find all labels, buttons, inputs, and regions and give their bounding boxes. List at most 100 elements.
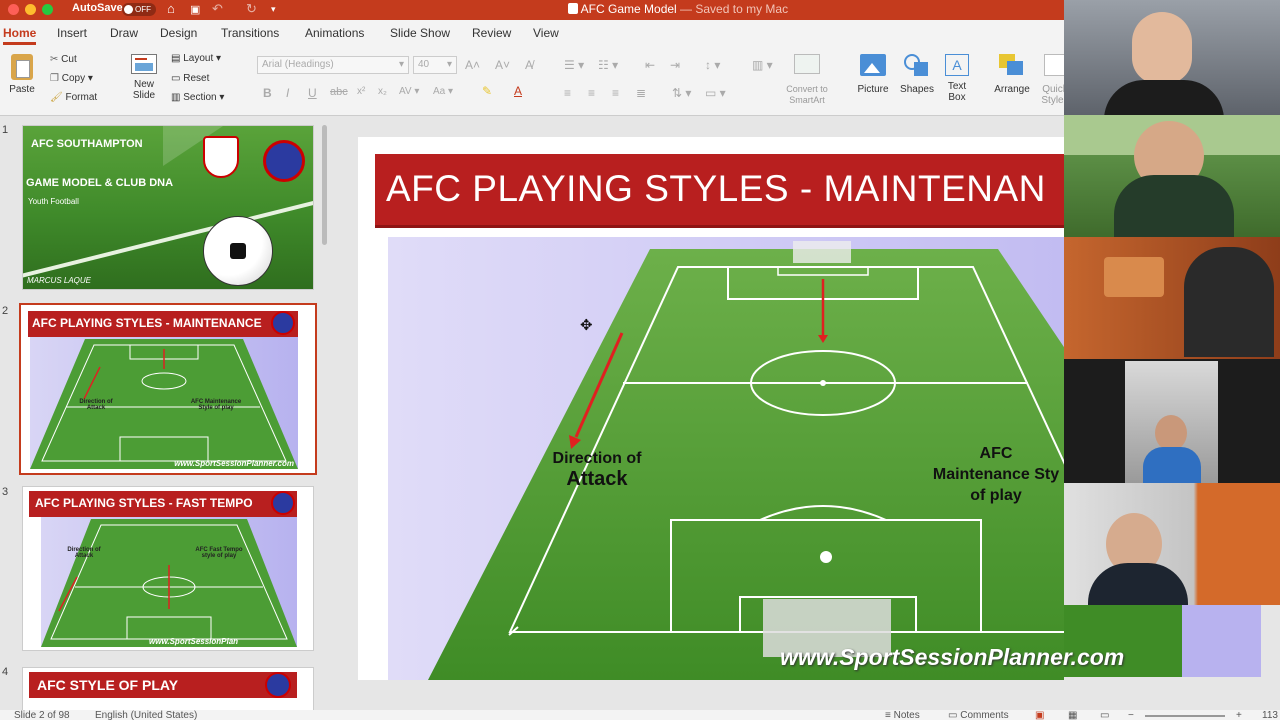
customize-toolbar-icon[interactable]: ▾ bbox=[271, 4, 276, 15]
tab-draw[interactable]: Draw bbox=[110, 26, 138, 40]
tab-slide-show[interactable]: Slide Show bbox=[390, 26, 450, 40]
new-slide-button[interactable]: New Slide bbox=[124, 54, 164, 101]
zoom-out-icon[interactable]: − bbox=[1128, 710, 1134, 720]
columns-icon[interactable]: ▥ ▾ bbox=[752, 58, 773, 72]
close-window-button[interactable] bbox=[8, 4, 19, 15]
highlight-icon[interactable]: ✎ bbox=[482, 84, 492, 98]
thumb-label-style: AFC Fast Tempo style of play bbox=[195, 547, 243, 559]
bullets-icon[interactable]: ☰ ▾ bbox=[564, 58, 584, 72]
current-slide-canvas[interactable]: AFC PLAYING STYLES - MAINTENAN Direction… bbox=[358, 137, 1064, 680]
paste-label: Paste bbox=[9, 84, 35, 95]
format-painter-button[interactable]: 🖌 Format bbox=[50, 92, 97, 103]
numbering-icon[interactable]: ☷ ▾ bbox=[598, 58, 618, 72]
font-color-icon[interactable]: A bbox=[514, 84, 522, 98]
align-text-icon[interactable]: ▭ ▾ bbox=[705, 86, 726, 100]
tab-view[interactable]: View bbox=[533, 26, 559, 40]
arrange-button[interactable]: Arrange bbox=[990, 54, 1034, 95]
video-tile-participant-4[interactable] bbox=[1064, 359, 1280, 483]
normal-view-icon[interactable]: ▣ bbox=[1035, 710, 1044, 720]
clear-format-icon[interactable]: A̸ bbox=[525, 58, 533, 72]
slide-thumbnail-3[interactable]: AFC PLAYING STYLES - FAST TEMPO Directio… bbox=[22, 486, 314, 651]
slide-sorter-icon[interactable]: ▦ bbox=[1068, 710, 1077, 720]
clipboard-icon bbox=[11, 54, 33, 80]
picture-button[interactable]: Picture bbox=[853, 54, 893, 95]
increase-font-icon[interactable]: A˄ bbox=[465, 58, 480, 72]
ppt-file-icon bbox=[568, 3, 578, 14]
underline-icon[interactable]: U bbox=[308, 86, 317, 100]
club-badge-icon bbox=[265, 672, 291, 698]
tab-design[interactable]: Design bbox=[160, 26, 197, 40]
zoom-window-button[interactable] bbox=[42, 4, 53, 15]
tab-home[interactable]: Home bbox=[3, 26, 37, 45]
italic-icon[interactable]: I bbox=[286, 86, 289, 100]
thumb-label-direction: Direction of Attack bbox=[79, 399, 113, 411]
align-center-icon[interactable]: ≡ bbox=[588, 86, 595, 100]
video-tile-participant-5[interactable] bbox=[1064, 483, 1280, 605]
language-indicator[interactable]: English (United States) bbox=[95, 710, 197, 720]
zoom-level[interactable]: 113 bbox=[1262, 710, 1278, 720]
thumbnail-scrollbar[interactable] bbox=[322, 125, 327, 245]
convert-smartart-label: Convert to SmartArt bbox=[786, 84, 828, 105]
layout-icon: ▤ bbox=[171, 53, 181, 64]
undo-icon[interactable]: ↶ bbox=[212, 1, 223, 17]
line-spacing-icon[interactable]: ↕ ▾ bbox=[705, 58, 720, 72]
chevron-down-icon: ▾ bbox=[87, 73, 93, 84]
tab-animations[interactable]: Animations bbox=[305, 26, 364, 40]
strikethrough-icon[interactable]: abc bbox=[330, 86, 348, 98]
slide-thumbnail-1[interactable]: AFC SOUTHAMPTON GAME MODEL & CLUB DNA Yo… bbox=[22, 125, 314, 290]
thumb-label-style: AFC Maintenance Style of play bbox=[190, 399, 242, 411]
tab-transitions[interactable]: Transitions bbox=[221, 26, 279, 40]
home-icon[interactable]: ⌂ bbox=[167, 1, 175, 16]
slide-thumbnail-2-selected[interactable]: AFC PLAYING STYLES - MAINTENANCE Directi… bbox=[19, 303, 317, 475]
decrease-indent-icon[interactable]: ⇤ bbox=[645, 58, 655, 72]
change-case-icon[interactable]: Aa ▾ bbox=[433, 86, 453, 97]
cut-button[interactable]: ✂ Cut bbox=[50, 54, 77, 65]
superscript-icon[interactable]: x² bbox=[357, 86, 365, 97]
paste-button[interactable]: Paste bbox=[5, 54, 39, 95]
video-tile-participant-1[interactable] bbox=[1064, 0, 1280, 115]
subscript-icon[interactable]: x₂ bbox=[378, 86, 387, 97]
increase-indent-icon[interactable]: ⇥ bbox=[670, 58, 680, 72]
convert-smartart-button[interactable]: Convert to SmartArt bbox=[780, 54, 834, 106]
justify-icon[interactable]: ≣ bbox=[636, 86, 646, 100]
bold-icon[interactable]: B bbox=[263, 86, 272, 100]
text-direction-icon[interactable]: ⇅ ▾ bbox=[672, 86, 691, 100]
slide-thumbnail-pane[interactable]: 1 AFC SOUTHAMPTON GAME MODEL & CLUB DNA … bbox=[0, 117, 330, 710]
layout-button[interactable]: ▤ Layout ▾ bbox=[171, 53, 221, 64]
copy-button[interactable]: ❐ Copy ▾ bbox=[50, 73, 93, 84]
text-box-button[interactable]: A Text Box bbox=[940, 54, 974, 103]
zoom-in-icon[interactable]: + bbox=[1236, 710, 1242, 720]
slide-title-bar[interactable]: AFC PLAYING STYLES - MAINTENAN bbox=[375, 154, 1064, 228]
reset-button[interactable]: ▭ Reset bbox=[171, 73, 209, 84]
reading-view-icon[interactable]: ▭ bbox=[1100, 710, 1109, 720]
section-button[interactable]: ▥ Section ▾ bbox=[171, 92, 224, 103]
character-spacing-icon[interactable]: AV ▾ bbox=[399, 86, 419, 97]
video-tile-participant-2[interactable] bbox=[1064, 115, 1280, 237]
slide-title[interactable]: AFC PLAYING STYLES - MAINTENAN bbox=[386, 168, 1046, 210]
comment-icon: ▭ bbox=[948, 710, 958, 720]
label-direction-line1: Direction of bbox=[552, 450, 642, 467]
decrease-font-icon[interactable]: A˅ bbox=[495, 58, 510, 72]
tab-insert[interactable]: Insert bbox=[57, 26, 87, 40]
autosave-label: AutoSave bbox=[72, 2, 123, 14]
save-icon[interactable]: ▣ bbox=[190, 3, 200, 16]
comments-button[interactable]: ▭ Comments bbox=[948, 710, 1009, 720]
zoom-slider[interactable] bbox=[1145, 715, 1225, 717]
shapes-icon bbox=[904, 54, 930, 76]
align-right-icon[interactable]: ≡ bbox=[612, 86, 619, 100]
minimize-window-button[interactable] bbox=[25, 4, 36, 15]
pitch-image[interactable]: Direction of Attack AFC Maintenance Sty … bbox=[388, 237, 1064, 680]
shapes-button[interactable]: Shapes bbox=[897, 54, 937, 95]
slide-watermark: www.SportSessionPlanner.com bbox=[780, 644, 1125, 670]
autosave-toggle[interactable]: OFF bbox=[122, 3, 156, 16]
redo-icon[interactable]: ↻ bbox=[246, 1, 257, 17]
status-bar: Slide 2 of 98 English (United States) ≡ … bbox=[0, 710, 1280, 720]
slide-thumbnail-4[interactable]: AFC STYLE OF PLAY bbox=[22, 667, 314, 710]
align-left-icon[interactable]: ≡ bbox=[564, 86, 571, 100]
font-name-dropdown[interactable]: Arial (Headings) ▾ bbox=[257, 56, 409, 74]
notes-button[interactable]: ≡ Notes bbox=[885, 710, 920, 720]
pitch-diagram bbox=[41, 519, 297, 647]
tab-review[interactable]: Review bbox=[472, 26, 511, 40]
video-tile-participant-3[interactable] bbox=[1064, 237, 1280, 359]
font-size-dropdown[interactable]: 40 ▾ bbox=[413, 56, 457, 74]
